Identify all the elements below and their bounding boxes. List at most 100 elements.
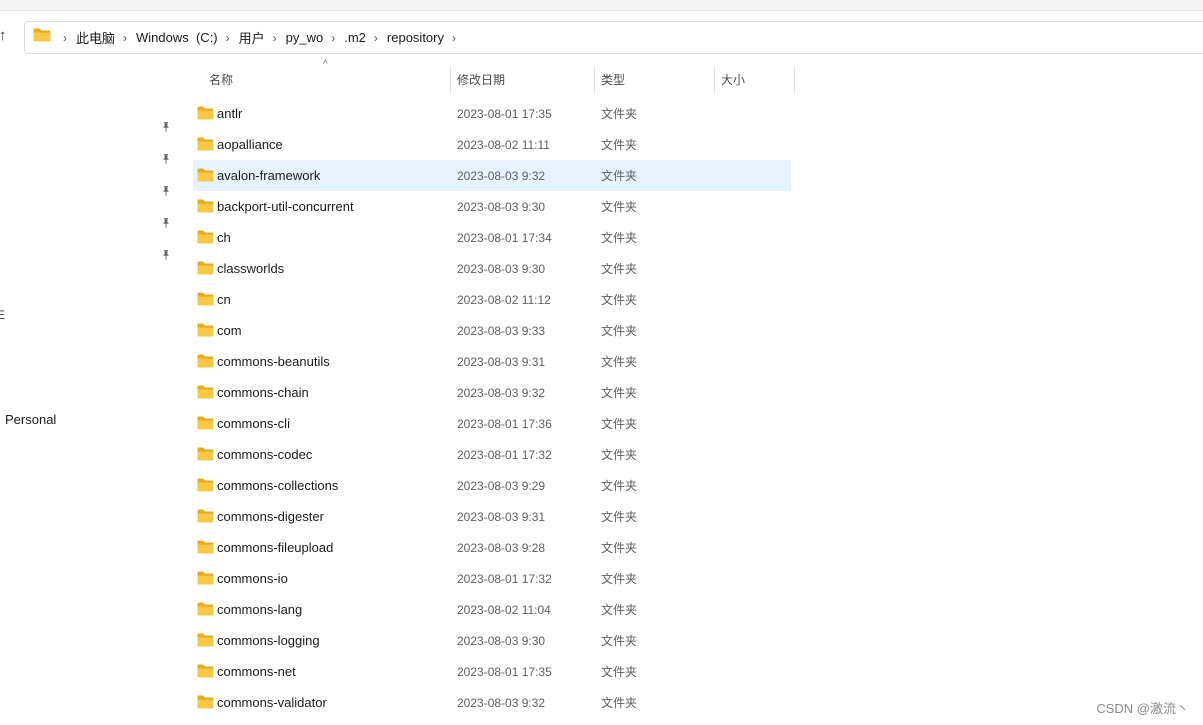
table-row[interactable]: commons-fileupload 2023-08-03 9:28 文件夹 [193, 532, 791, 563]
folder-icon [197, 509, 214, 528]
file-type: 文件夹 [601, 448, 638, 462]
file-type: 文件夹 [601, 107, 638, 121]
table-row[interactable]: commons-cli 2023-08-01 17:36 文件夹 [193, 408, 791, 439]
file-type: 文件夹 [601, 262, 638, 276]
file-name: avalon-framework [217, 168, 321, 183]
file-name: commons-codec [217, 447, 313, 462]
chevron-right-icon[interactable]: › [331, 31, 335, 45]
sort-ascending-icon: ^ [323, 59, 328, 70]
modified-date: 2023-08-03 9:31 [457, 509, 546, 524]
column-header-name[interactable]: 名称 [209, 62, 233, 96]
table-row[interactable]: antlr 2023-08-01 17:35 文件夹 [193, 98, 791, 129]
table-row[interactable]: commons-validator 2023-08-03 9:32 文件夹 [193, 687, 791, 718]
file-type: 文件夹 [601, 200, 638, 214]
folder-icon [197, 385, 214, 404]
folder-icon [197, 323, 214, 342]
folder-icon [197, 137, 214, 156]
column-divider[interactable] [594, 66, 595, 94]
file-name: commons-io [217, 571, 288, 586]
file-type: 文件夹 [601, 696, 638, 710]
file-name: com [217, 323, 242, 338]
file-name: antlr [217, 106, 243, 121]
file-name: backport-util-concurrent [217, 199, 354, 214]
file-name: commons-net [217, 664, 296, 679]
breadcrumb-drive-c[interactable]: Windows (C:) [136, 30, 218, 45]
table-row[interactable]: com 2023-08-03 9:33 文件夹 [193, 315, 791, 346]
folder-icon [197, 106, 214, 125]
file-type: 文件夹 [601, 138, 638, 152]
file-name: commons-lang [217, 602, 303, 617]
chevron-right-icon[interactable]: › [63, 31, 67, 45]
column-header-size[interactable]: 大小 [721, 62, 745, 96]
table-row[interactable]: cn 2023-08-02 11:12 文件夹 [193, 284, 791, 315]
pin-icon[interactable] [160, 120, 172, 132]
folder-icon [197, 571, 214, 590]
breadcrumb-m2[interactable]: .m2 [344, 30, 366, 45]
nav-item-truncated[interactable]: E [0, 308, 5, 322]
file-list: antlr 2023-08-01 17:35 文件夹 aopalliance 2023-… [193, 98, 793, 718]
folder-icon [197, 416, 214, 435]
table-row[interactable]: aopalliance 2023-08-02 11:11 文件夹 [193, 129, 791, 160]
modified-date: 2023-08-01 17:36 [457, 416, 552, 431]
folder-icon [197, 230, 214, 249]
modified-date: 2023-08-03 9:32 [457, 168, 546, 183]
table-row[interactable]: commons-collections 2023-08-03 9:29 文件夹 [193, 470, 791, 501]
table-row[interactable]: backport-util-concurrent 2023-08-03 9:30 文… [193, 191, 791, 222]
file-type: 文件夹 [601, 355, 638, 369]
file-name: commons-digester [217, 509, 324, 524]
pin-icon[interactable] [160, 152, 172, 164]
table-row[interactable]: commons-logging 2023-08-03 9:30 文件夹 [193, 625, 791, 656]
modified-date: 2023-08-01 17:34 [457, 230, 552, 245]
pin-icon[interactable] [160, 184, 172, 196]
breadcrumb-users[interactable]: 用户 [239, 28, 265, 47]
modified-date: 2023-08-03 9:30 [457, 633, 546, 648]
modified-date: 2023-08-03 9:30 [457, 261, 546, 276]
chevron-right-icon[interactable]: › [226, 31, 230, 45]
arrow-up-icon[interactable]: ↑ [0, 27, 7, 44]
navigation-pane: E Personal [0, 60, 178, 725]
file-name: aopalliance [217, 137, 283, 152]
chevron-right-icon[interactable]: › [374, 31, 378, 45]
modified-date: 2023-08-02 11:04 [457, 602, 551, 617]
pin-icon[interactable] [160, 216, 172, 228]
table-row[interactable]: commons-digester 2023-08-03 9:31 文件夹 [193, 501, 791, 532]
folder-icon [197, 261, 214, 280]
pin-icon[interactable] [160, 248, 172, 260]
folder-icon [197, 292, 214, 311]
chevron-right-icon[interactable]: › [452, 31, 456, 45]
nav-item-personal[interactable]: Personal [5, 412, 56, 427]
modified-date: 2023-08-03 9:29 [457, 478, 546, 493]
table-row[interactable]: commons-codec 2023-08-01 17:32 文件夹 [193, 439, 791, 470]
modified-date: 2023-08-01 17:32 [457, 447, 552, 462]
breadcrumb-this-pc[interactable]: 此电脑 [76, 28, 115, 47]
chevron-right-icon[interactable]: › [123, 31, 127, 45]
table-row[interactable]: commons-beanutils 2023-08-03 9:31 文件夹 [193, 346, 791, 377]
breadcrumb-user-folder[interactable]: py_wo [286, 30, 324, 45]
file-type: 文件夹 [601, 572, 638, 586]
table-row[interactable]: avalon-framework 2023-08-03 9:32 文件夹 [193, 160, 791, 191]
breadcrumb-repository[interactable]: repository [387, 30, 444, 45]
column-divider[interactable] [714, 66, 715, 94]
modified-date: 2023-08-02 11:11 [457, 137, 550, 152]
table-row[interactable]: commons-net 2023-08-01 17:35 文件夹 [193, 656, 791, 687]
column-header-type[interactable]: 类型 [601, 62, 625, 96]
file-type: 文件夹 [601, 634, 638, 648]
column-header-date[interactable]: 修改日期 [457, 62, 505, 96]
table-row[interactable]: commons-chain 2023-08-03 9:32 文件夹 [193, 377, 791, 408]
file-name: commons-fileupload [217, 540, 334, 555]
file-type: 文件夹 [601, 169, 638, 183]
table-row[interactable]: ch 2023-08-01 17:34 文件夹 [193, 222, 791, 253]
address-bar[interactable]: › 此电脑 › Windows (C:) › 用户 › py_wo › .m2 … [24, 21, 1203, 54]
folder-icon [197, 354, 214, 373]
table-row[interactable]: classworlds 2023-08-03 9:30 文件夹 [193, 253, 791, 284]
chevron-right-icon[interactable]: › [273, 31, 277, 45]
table-row[interactable]: commons-lang 2023-08-02 11:04 文件夹 [193, 594, 791, 625]
file-type: 文件夹 [601, 603, 638, 617]
column-divider[interactable] [794, 66, 795, 94]
folder-icon [197, 168, 214, 187]
table-row[interactable]: commons-io 2023-08-01 17:32 文件夹 [193, 563, 791, 594]
folder-icon [197, 447, 214, 466]
column-divider[interactable] [450, 66, 451, 94]
folder-icon [197, 695, 214, 714]
file-type: 文件夹 [601, 231, 638, 245]
